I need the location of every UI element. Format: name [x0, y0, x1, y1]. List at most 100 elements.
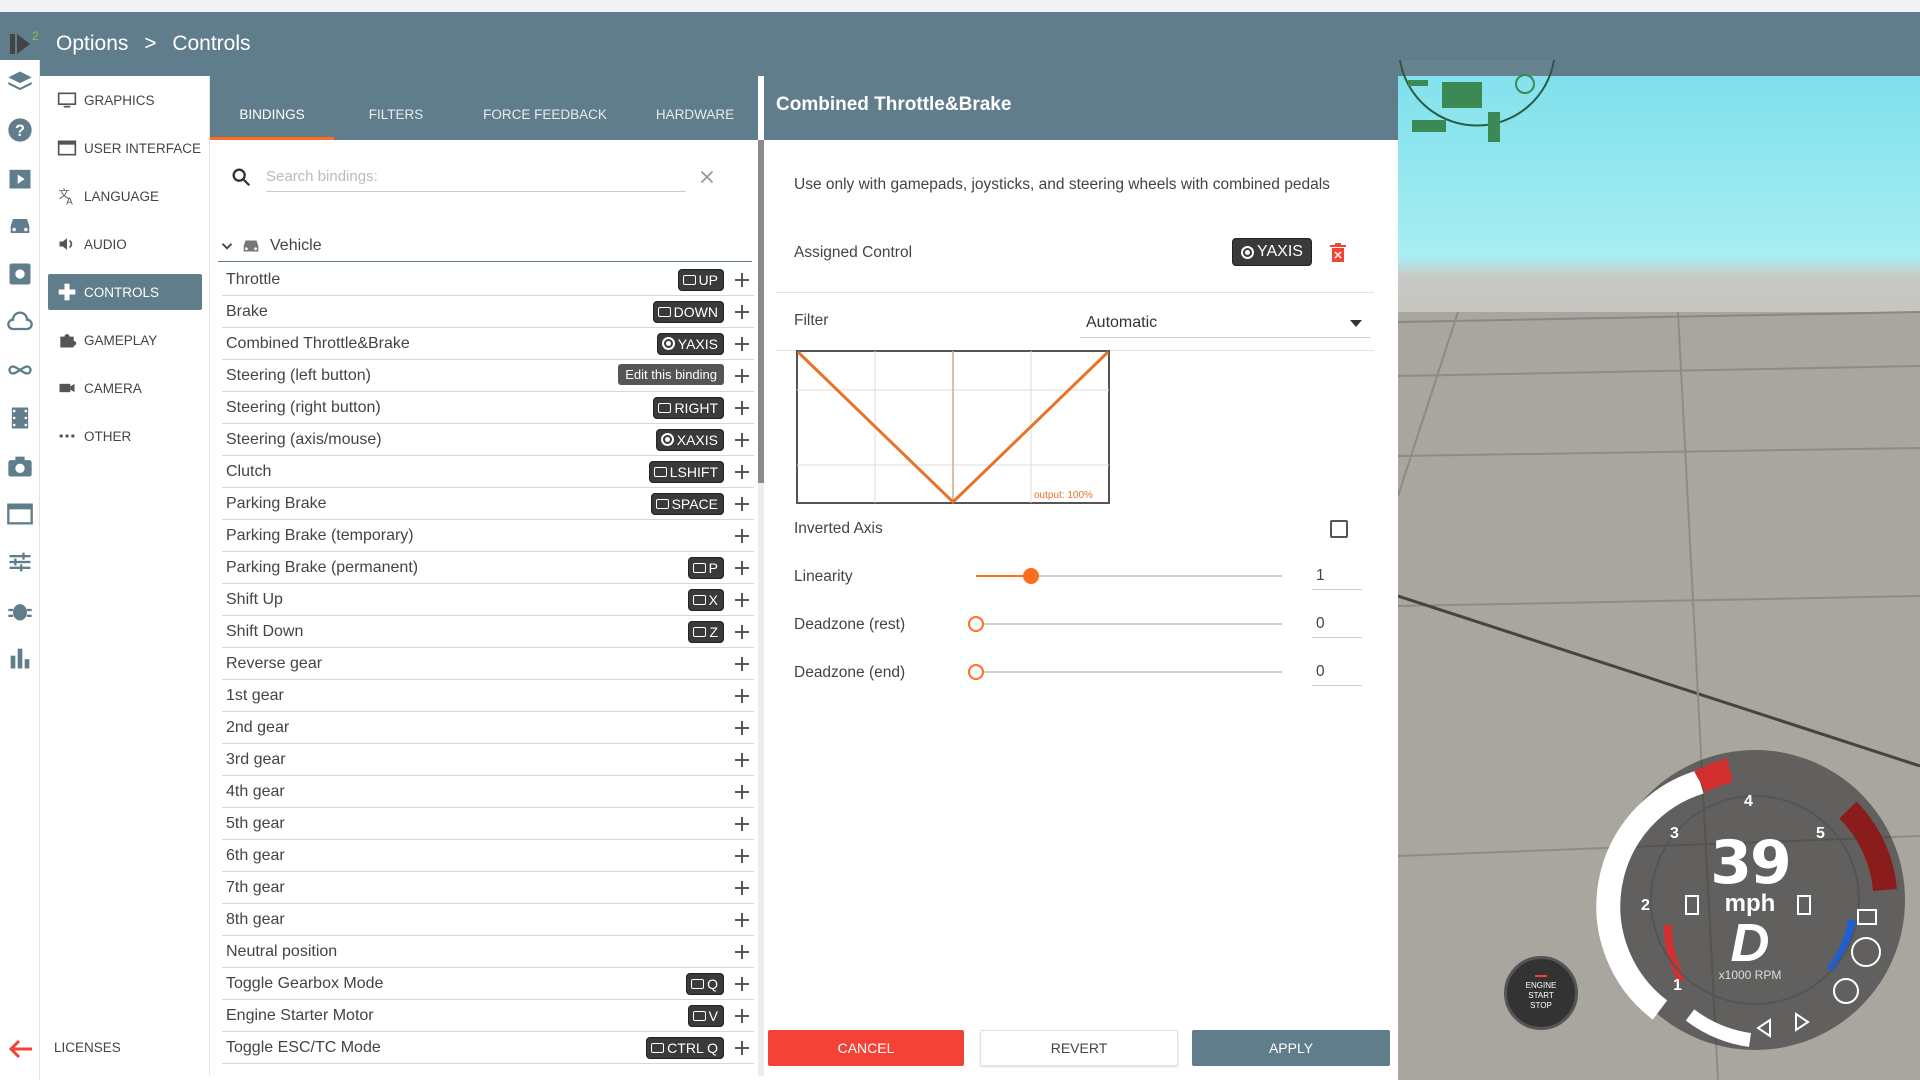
add-binding-icon[interactable] [732, 494, 752, 514]
add-binding-icon[interactable] [732, 334, 752, 354]
binding-row[interactable]: Clutch LSHIFT [222, 456, 754, 488]
binding-row[interactable]: 5th gear [222, 808, 754, 840]
category-gameplay[interactable]: GAMEPLAY [48, 322, 202, 358]
group-header-vehicle[interactable]: Vehicle [218, 230, 752, 262]
tab-filters[interactable]: FILTERS [334, 76, 458, 140]
binding-badge[interactable]: CTRL Q [646, 1036, 724, 1059]
cloud-icon[interactable] [6, 308, 34, 336]
browser-window-icon[interactable] [6, 500, 34, 528]
apply-button[interactable]: APPLY [1192, 1030, 1390, 1066]
category-audio[interactable]: AUDIO [48, 226, 202, 262]
engine-start-stop-button[interactable]: ENGINE START STOP [1504, 956, 1578, 1030]
add-binding-icon[interactable] [732, 974, 752, 994]
binding-row[interactable]: Parking Brake (temporary) [222, 520, 754, 552]
binding-badge[interactable]: SPACE [650, 492, 724, 515]
add-binding-icon[interactable] [732, 910, 752, 930]
binding-row[interactable]: Toggle ESC/TC Mode CTRL Q [222, 1032, 754, 1064]
add-binding-icon[interactable] [732, 782, 752, 802]
add-binding-icon[interactable] [732, 1006, 752, 1026]
category-controls[interactable]: CONTROLS [48, 274, 202, 310]
category-user-interface[interactable]: USER INTERFACE [48, 130, 202, 166]
revert-button[interactable]: REVERT [980, 1030, 1178, 1066]
binding-badge[interactable]: RIGHT [653, 396, 724, 419]
play-clip-icon[interactable] [6, 164, 34, 192]
binding-badge[interactable]: V [687, 1004, 724, 1027]
add-binding-icon[interactable] [732, 814, 752, 834]
binding-row[interactable]: Neutral position [222, 936, 754, 968]
binding-row[interactable]: 2nd gear [222, 712, 754, 744]
back-arrow-icon[interactable] [6, 1036, 36, 1062]
add-binding-icon[interactable] [732, 430, 752, 450]
category-language[interactable]: 文A LANGUAGE [48, 178, 202, 214]
add-binding-icon[interactable] [732, 366, 752, 386]
binding-row[interactable]: Throttle UP [222, 264, 754, 296]
binding-row[interactable]: 7th gear [222, 872, 754, 904]
add-binding-icon[interactable] [732, 270, 752, 290]
add-binding-icon[interactable] [732, 590, 752, 610]
deadzone-rest-slider[interactable] [968, 614, 1282, 634]
category-graphics[interactable]: GRAPHICS [48, 82, 202, 118]
infinity-icon[interactable] [6, 356, 34, 384]
cancel-button[interactable]: CANCEL [768, 1030, 964, 1066]
binding-row[interactable]: Brake DOWN [222, 296, 754, 328]
add-binding-icon[interactable] [732, 686, 752, 706]
binding-row[interactable]: 8th gear [222, 904, 754, 936]
category-camera[interactable]: CAMERA [48, 370, 202, 406]
binding-row[interactable]: 1st gear [222, 680, 754, 712]
film-icon[interactable] [6, 404, 34, 432]
add-binding-icon[interactable] [732, 526, 752, 546]
delete-binding-icon[interactable] [1328, 242, 1348, 264]
deadzone-end-slider[interactable] [968, 662, 1282, 682]
add-binding-icon[interactable] [732, 302, 752, 322]
slider-knob[interactable] [1023, 568, 1040, 584]
binding-row[interactable]: Steering (left button) Edit this binding [222, 360, 754, 392]
binding-row[interactable]: Shift Up X [222, 584, 754, 616]
breadcrumb-parent[interactable]: Options [56, 32, 128, 55]
add-binding-icon[interactable] [732, 718, 752, 738]
bar-chart-icon[interactable] [6, 644, 34, 672]
tab-force-feedback[interactable]: FORCE FEEDBACK [458, 76, 632, 140]
binding-row[interactable]: 3rd gear [222, 744, 754, 776]
inverted-axis-checkbox[interactable] [1330, 520, 1348, 538]
binding-badge[interactable]: Z [688, 620, 724, 643]
binding-badge[interactable]: UP [677, 268, 724, 291]
linearity-slider[interactable] [976, 566, 1282, 586]
binding-row[interactable]: Parking Brake (permanent) P [222, 552, 754, 584]
add-binding-icon[interactable] [732, 654, 752, 674]
assigned-control-badge[interactable]: YAXIS [1232, 238, 1312, 266]
layers-icon[interactable] [6, 68, 34, 96]
binding-row[interactable]: Engine Starter Motor V [222, 1000, 754, 1032]
camera-icon[interactable] [6, 452, 34, 480]
add-binding-icon[interactable] [732, 462, 752, 482]
settings-icon[interactable] [6, 260, 34, 288]
tab-hardware[interactable]: HARDWARE [632, 76, 758, 140]
binding-row[interactable]: Shift Down Z [222, 616, 754, 648]
binding-row[interactable]: Steering (axis/mouse) XAXIS [222, 424, 754, 456]
add-binding-icon[interactable] [732, 878, 752, 898]
binding-badge[interactable]: DOWN [652, 300, 724, 323]
binding-badge[interactable]: LSHIFT [648, 460, 724, 483]
licenses-link[interactable]: LICENSES [54, 1040, 121, 1055]
bug-icon[interactable] [6, 596, 34, 624]
help-icon[interactable]: ? [6, 116, 34, 144]
binding-badge[interactable]: X [687, 588, 724, 611]
deadzone-end-value[interactable]: 0 [1312, 658, 1362, 686]
tab-bindings[interactable]: BINDINGS [210, 76, 334, 140]
filter-select[interactable]: Automatic [1080, 308, 1370, 338]
add-binding-icon[interactable] [732, 942, 752, 962]
add-binding-icon[interactable] [732, 846, 752, 866]
slider-knob[interactable] [968, 616, 984, 632]
binding-badge[interactable]: P [687, 556, 724, 579]
add-binding-icon[interactable] [732, 558, 752, 578]
binding-row[interactable]: Combined Throttle&Brake YAXIS [222, 328, 754, 360]
add-binding-icon[interactable] [732, 622, 752, 642]
category-other[interactable]: OTHER [48, 418, 202, 454]
binding-row[interactable]: Toggle Gearbox Mode Q [222, 968, 754, 1000]
binding-row[interactable]: Steering (right button) RIGHT [222, 392, 754, 424]
linearity-value[interactable]: 1 [1312, 562, 1362, 590]
sliders-icon[interactable] [6, 548, 34, 576]
slider-knob[interactable] [968, 664, 984, 680]
binding-badge[interactable]: Q [686, 972, 724, 995]
binding-row[interactable]: Parking Brake SPACE [222, 488, 754, 520]
binding-row[interactable]: 6th gear [222, 840, 754, 872]
